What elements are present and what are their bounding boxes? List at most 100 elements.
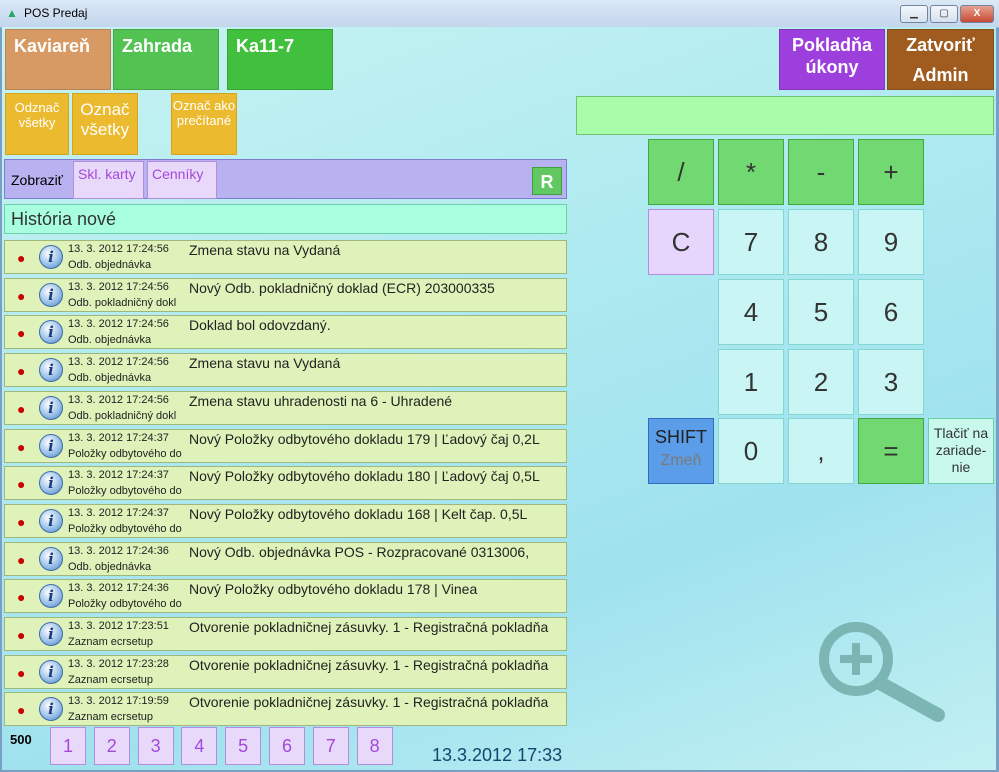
row-source: Odb. pokladničný dokl	[68, 297, 177, 309]
key-shift[interactable]: SHIFT Zmeň	[648, 418, 714, 484]
row-timestamp: 13. 3. 2012 17:24:56	[68, 394, 169, 406]
admin-label: Admin	[912, 65, 969, 85]
row-timestamp: 13. 3. 2012 17:24:36	[68, 582, 169, 594]
row-source: Položky odbytového do	[68, 485, 182, 497]
row-source: Odb. objednávka	[68, 259, 152, 271]
history-row[interactable]: ● i 13. 3. 2012 17:24:56 Odb. pokladničný d…	[4, 278, 567, 312]
row-message: Nový Položky odbytového dokladu 180 | Ľa…	[189, 468, 540, 484]
row-message: Otvorenie pokladničnej zásuvky. 1 - Regi…	[189, 694, 549, 710]
oznac-vsetky-button[interactable]: Označ všetky	[72, 93, 138, 155]
page-button[interactable]: 8	[356, 727, 393, 765]
filter-bar: Zobraziť Skl. karty Cenníky R	[4, 159, 567, 199]
bullet-icon: ●	[17, 250, 26, 266]
key-divide[interactable]: /	[648, 139, 714, 205]
tab-kaviaren[interactable]: Kaviareň	[5, 29, 111, 90]
key-multiply[interactable]: *	[718, 139, 784, 205]
filter-skl-karty-button[interactable]: Skl. karty	[73, 161, 144, 199]
odznac-vsetky-button[interactable]: Odznač všetky	[5, 93, 69, 155]
row-message: Otvorenie pokladničnej zásuvky. 1 - Regi…	[189, 619, 549, 635]
key-5[interactable]: 5	[788, 279, 854, 345]
filter-cenniky-button[interactable]: Cenníky	[147, 161, 217, 199]
current-datetime: 13.3.2012 17:33	[432, 745, 563, 765]
pokladna-ukony-button[interactable]: Pokladňa úkony	[779, 29, 885, 90]
page-button[interactable]: 1	[50, 727, 86, 765]
close-button[interactable]: X	[960, 5, 994, 23]
history-row[interactable]: ● i 13. 3. 2012 17:23:28 Zaznam ecrsetup Otv…	[4, 655, 567, 689]
row-timestamp: 13. 3. 2012 17:23:28	[68, 658, 169, 670]
bullet-icon: ●	[17, 288, 26, 304]
row-message: Zmena stavu na Vydaná	[189, 355, 341, 371]
maximize-button[interactable]: ▢	[930, 5, 958, 23]
key-comma[interactable]: ,	[788, 418, 854, 484]
row-source: Položky odbytového do	[68, 448, 182, 460]
row-message: Nový Odb. objednávka POS - Rozpracované …	[189, 544, 530, 560]
info-icon: i	[39, 283, 63, 307]
history-row[interactable]: ● i 13. 3. 2012 17:24:37 Položky odbytového…	[4, 504, 567, 538]
row-source: Odb. pokladničný dokl	[68, 410, 177, 422]
key-plus[interactable]: +	[858, 139, 924, 205]
page-button[interactable]: 2	[93, 727, 130, 765]
key-3[interactable]: 3	[858, 349, 924, 415]
page-button[interactable]: 5	[225, 727, 262, 765]
page-button[interactable]: 6	[269, 727, 305, 765]
key-0[interactable]: 0	[718, 418, 784, 484]
bullet-icon: ●	[17, 589, 26, 605]
row-source: Zaznam ecrsetup	[68, 711, 153, 723]
minimize-button[interactable]: ▁	[900, 5, 928, 23]
row-message: Nový Položky odbytového dokladu 178 | Vi…	[189, 581, 478, 597]
row-timestamp: 13. 3. 2012 17:24:37	[68, 432, 169, 444]
key-1[interactable]: 1	[718, 349, 784, 415]
key-9[interactable]: 9	[858, 209, 924, 275]
history-row[interactable]: ● i 13. 3. 2012 17:24:56 Odb. pokladničný d…	[4, 391, 567, 425]
page-button[interactable]: 3	[137, 727, 174, 765]
history-row[interactable]: ● i 13. 3. 2012 17:24:56 Odb. objednávka Zme…	[4, 353, 567, 387]
bullet-icon: ●	[17, 514, 26, 530]
record-count: 500	[10, 732, 32, 747]
history-row[interactable]: ● i 13. 3. 2012 17:24:56 Odb. objednávka Zme…	[4, 240, 567, 274]
app-icon: ▲	[6, 6, 18, 20]
key-4[interactable]: 4	[718, 279, 784, 345]
zoom-in-icon[interactable]	[814, 617, 954, 727]
key-equals[interactable]: =	[858, 418, 924, 484]
row-message: Nový Položky odbytového dokladu 168 | Ke…	[189, 506, 528, 522]
row-timestamp: 13. 3. 2012 17:24:56	[68, 281, 169, 293]
row-source: Odb. objednávka	[68, 561, 152, 573]
bullet-icon: ●	[17, 325, 26, 341]
key-2[interactable]: 2	[788, 349, 854, 415]
history-row[interactable]: ● i 13. 3. 2012 17:24:36 Položky odbytového…	[4, 579, 567, 613]
key-8[interactable]: 8	[788, 209, 854, 275]
oznac-ako-precitane-button[interactable]: Označ ako prečítané	[171, 93, 237, 155]
key-minus[interactable]: -	[788, 139, 854, 205]
history-title: História nové	[4, 204, 567, 234]
info-icon: i	[39, 434, 63, 458]
history-row[interactable]: ● i 13. 3. 2012 17:24:37 Položky odbytového…	[4, 429, 567, 463]
app-client-area: Kaviareň Zahrada Ka11-7 Pokladňa úkony Z…	[2, 27, 996, 770]
row-message: Nový Položky odbytového dokladu 179 | Ľa…	[189, 431, 540, 447]
info-icon: i	[39, 509, 63, 533]
row-timestamp: 13. 3. 2012 17:24:37	[68, 507, 169, 519]
zatvorit-admin-button[interactable]: Zatvoriť Admin	[887, 29, 994, 90]
history-row[interactable]: ● i 13. 3. 2012 17:23:51 Zaznam ecrsetup Otv…	[4, 617, 567, 651]
info-icon: i	[39, 622, 63, 646]
key-7[interactable]: 7	[718, 209, 784, 275]
shift-label: SHIFT	[655, 427, 707, 447]
row-timestamp: 13. 3. 2012 17:19:59	[68, 695, 169, 707]
key-clear[interactable]: C	[648, 209, 714, 275]
history-row[interactable]: ● i 13. 3. 2012 17:19:59 Zaznam ecrsetup Otv…	[4, 692, 567, 726]
history-row[interactable]: ● i 13. 3. 2012 17:24:56 Odb. objednávka Dok…	[4, 315, 567, 349]
row-timestamp: 13. 3. 2012 17:24:37	[68, 469, 169, 481]
tab-zahrada[interactable]: Zahrada	[113, 29, 219, 90]
history-row[interactable]: ● i 13. 3. 2012 17:24:37 Položky odbytového…	[4, 466, 567, 500]
shift-sub-label: Zmeň	[660, 452, 702, 469]
row-message: Nový Odb. pokladničný doklad (ECR) 20300…	[189, 280, 495, 296]
refresh-button[interactable]: R	[532, 167, 562, 195]
row-source: Položky odbytového do	[68, 523, 182, 535]
print-to-device-button[interactable]: Tlačiť na zariade-nie	[928, 418, 994, 484]
info-icon: i	[39, 660, 63, 684]
key-6[interactable]: 6	[858, 279, 924, 345]
page-button[interactable]: 4	[181, 727, 218, 765]
tab-ka11-7[interactable]: Ka11-7	[227, 29, 333, 90]
bullet-icon: ●	[17, 665, 26, 681]
page-button[interactable]: 7	[312, 727, 349, 765]
history-row[interactable]: ● i 13. 3. 2012 17:24:36 Odb. objednávka Nov…	[4, 542, 567, 576]
